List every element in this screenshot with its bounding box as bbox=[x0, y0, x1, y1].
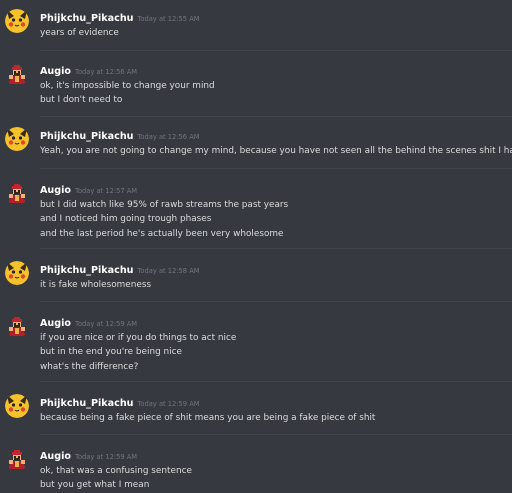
message-divider bbox=[40, 50, 512, 51]
message-text: but I did watch like 95% of rawb streams… bbox=[40, 200, 289, 210]
augio-avatar-icon[interactable] bbox=[5, 314, 29, 338]
message-author[interactable]: Phijkchu_Pikachu bbox=[40, 13, 133, 24]
message-text: if you are nice or if you do things to a… bbox=[40, 333, 237, 343]
message-list[interactable]: Phijkchu_Pikachu Today at 12:55 AM years … bbox=[0, 0, 512, 493]
message-author[interactable]: Augio bbox=[40, 451, 71, 462]
message-divider bbox=[40, 248, 512, 249]
message-divider bbox=[40, 168, 512, 169]
message-text: but I don't need to bbox=[40, 95, 123, 106]
pikachu-avatar-icon[interactable] bbox=[5, 261, 29, 285]
pikachu-avatar-icon[interactable] bbox=[5, 394, 29, 418]
message-text: ok, it's impossible to change your mind bbox=[40, 81, 215, 91]
message-divider bbox=[40, 434, 512, 435]
message-author[interactable]: Augio bbox=[40, 318, 71, 329]
message-timestamp: Today at 12:56 AM bbox=[137, 133, 200, 141]
message-timestamp: Today at 12:59 AM bbox=[75, 453, 138, 461]
message-author[interactable]: Augio bbox=[40, 66, 71, 77]
message-divider bbox=[40, 381, 512, 382]
message-text: years of evidence bbox=[40, 28, 119, 38]
message-text: but you get what I mean bbox=[40, 480, 150, 491]
message-author[interactable]: Phijkchu_Pikachu bbox=[40, 131, 133, 142]
message-timestamp: Today at 12:55 AM bbox=[137, 15, 200, 23]
message-author[interactable]: Phijkchu_Pikachu bbox=[40, 265, 133, 276]
message-text: it is fake wholesomeness bbox=[40, 280, 152, 290]
augio-avatar-icon[interactable] bbox=[5, 447, 29, 471]
message-timestamp: Today at 12:59 AM bbox=[75, 320, 138, 328]
pikachu-avatar-icon[interactable] bbox=[5, 9, 29, 33]
message-text: but in the end you're being nice bbox=[40, 347, 182, 358]
message-text: and the last period he's actually been v… bbox=[40, 228, 284, 239]
message-author[interactable]: Augio bbox=[40, 185, 71, 196]
message-timestamp: Today at 12:58 AM bbox=[137, 267, 200, 275]
message-timestamp: Today at 12:57 AM bbox=[75, 187, 138, 195]
message-timestamp: Today at 12:56 AM bbox=[75, 68, 138, 76]
message-divider bbox=[40, 116, 512, 117]
message-text: and I noticed him going trough phases bbox=[40, 214, 212, 225]
pikachu-avatar-icon[interactable] bbox=[5, 127, 29, 151]
augio-avatar-icon[interactable] bbox=[5, 181, 29, 205]
message-text: because being a fake piece of shit means… bbox=[40, 413, 376, 423]
augio-avatar-icon[interactable] bbox=[5, 62, 29, 86]
message-author[interactable]: Phijkchu_Pikachu bbox=[40, 398, 133, 409]
message-divider bbox=[40, 301, 512, 302]
message-text: what's the difference? bbox=[40, 361, 139, 372]
message-timestamp: Today at 12:59 AM bbox=[137, 400, 200, 408]
message-text: Yeah, you are not going to change my min… bbox=[40, 146, 512, 156]
message-text: ok, that was a confusing sentence bbox=[40, 466, 192, 476]
